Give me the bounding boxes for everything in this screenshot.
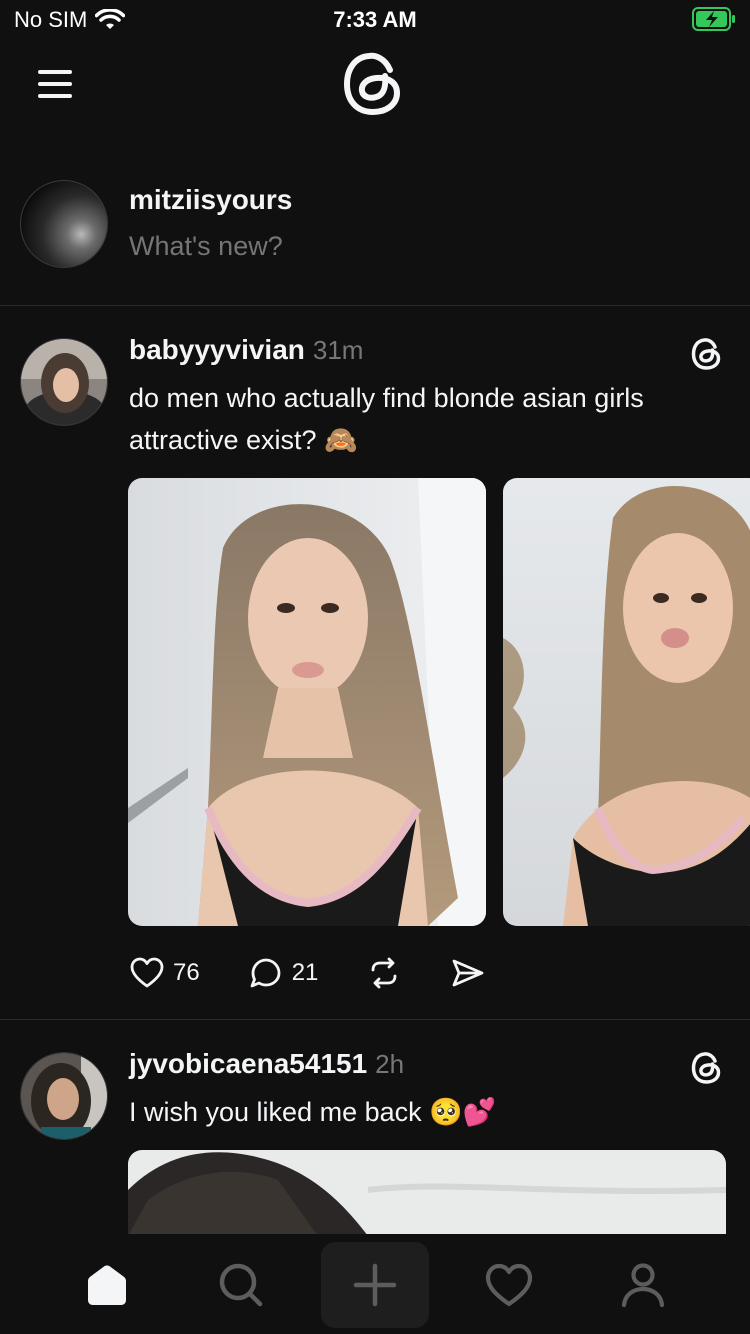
post-time: 2h [375,1049,405,1079]
composer-username: mitziisyours [129,184,293,215]
status-bar: No SIM 7:33 AM [0,0,750,40]
post-actions: 76 21 [129,950,534,996]
profile-icon [621,1263,665,1308]
tab-create[interactable] [321,1242,429,1328]
reply-button[interactable]: 21 [248,955,319,991]
post-avatar[interactable] [20,1052,108,1140]
post-username[interactable]: jyvobicaena54151 2h [129,1048,404,1080]
post-image[interactable] [503,478,750,926]
tab-activity[interactable] [455,1242,563,1328]
post-username-text[interactable]: babyyyvivian [129,334,305,365]
heart-icon [130,957,164,988]
like-button[interactable]: 76 [129,955,200,991]
tab-search[interactable] [187,1242,295,1328]
post-image[interactable] [128,1150,726,1236]
composer-avatar[interactable] [20,180,108,268]
status-time: 7:33 AM [333,7,417,32]
post-text: do men who actually find blonde asian gi… [129,383,644,455]
tab-bar [0,1234,750,1334]
threads-icon [691,338,721,370]
comment-icon [250,958,281,988]
divider [0,305,750,306]
composer-input[interactable] [129,231,483,262]
threads-icon [691,1052,721,1084]
home-icon [88,1265,126,1305]
menu-button[interactable] [36,66,76,102]
post-text: I wish you liked me back 🥺💕 [129,1097,497,1127]
post-username[interactable]: babyyyvivian 31m [129,334,363,366]
tab-profile[interactable] [589,1242,697,1328]
like-count: 76 [173,959,200,986]
repost-button[interactable] [366,955,402,991]
divider [0,1019,750,1020]
send-icon [453,959,484,987]
activity-icon [485,1263,533,1307]
search-icon [219,1263,263,1307]
post-username-text[interactable]: jyvobicaena54151 [129,1048,367,1079]
reply-count: 21 [291,959,319,986]
share-button[interactable] [450,955,486,991]
battery-charging-icon [692,7,735,31]
repost-icon [372,957,397,989]
threads-logo-icon[interactable] [340,48,408,120]
post-avatar[interactable] [20,338,108,426]
post-image[interactable] [128,478,486,926]
tab-home[interactable] [53,1242,161,1328]
create-icon [353,1263,397,1307]
post-time: 31m [312,335,364,365]
